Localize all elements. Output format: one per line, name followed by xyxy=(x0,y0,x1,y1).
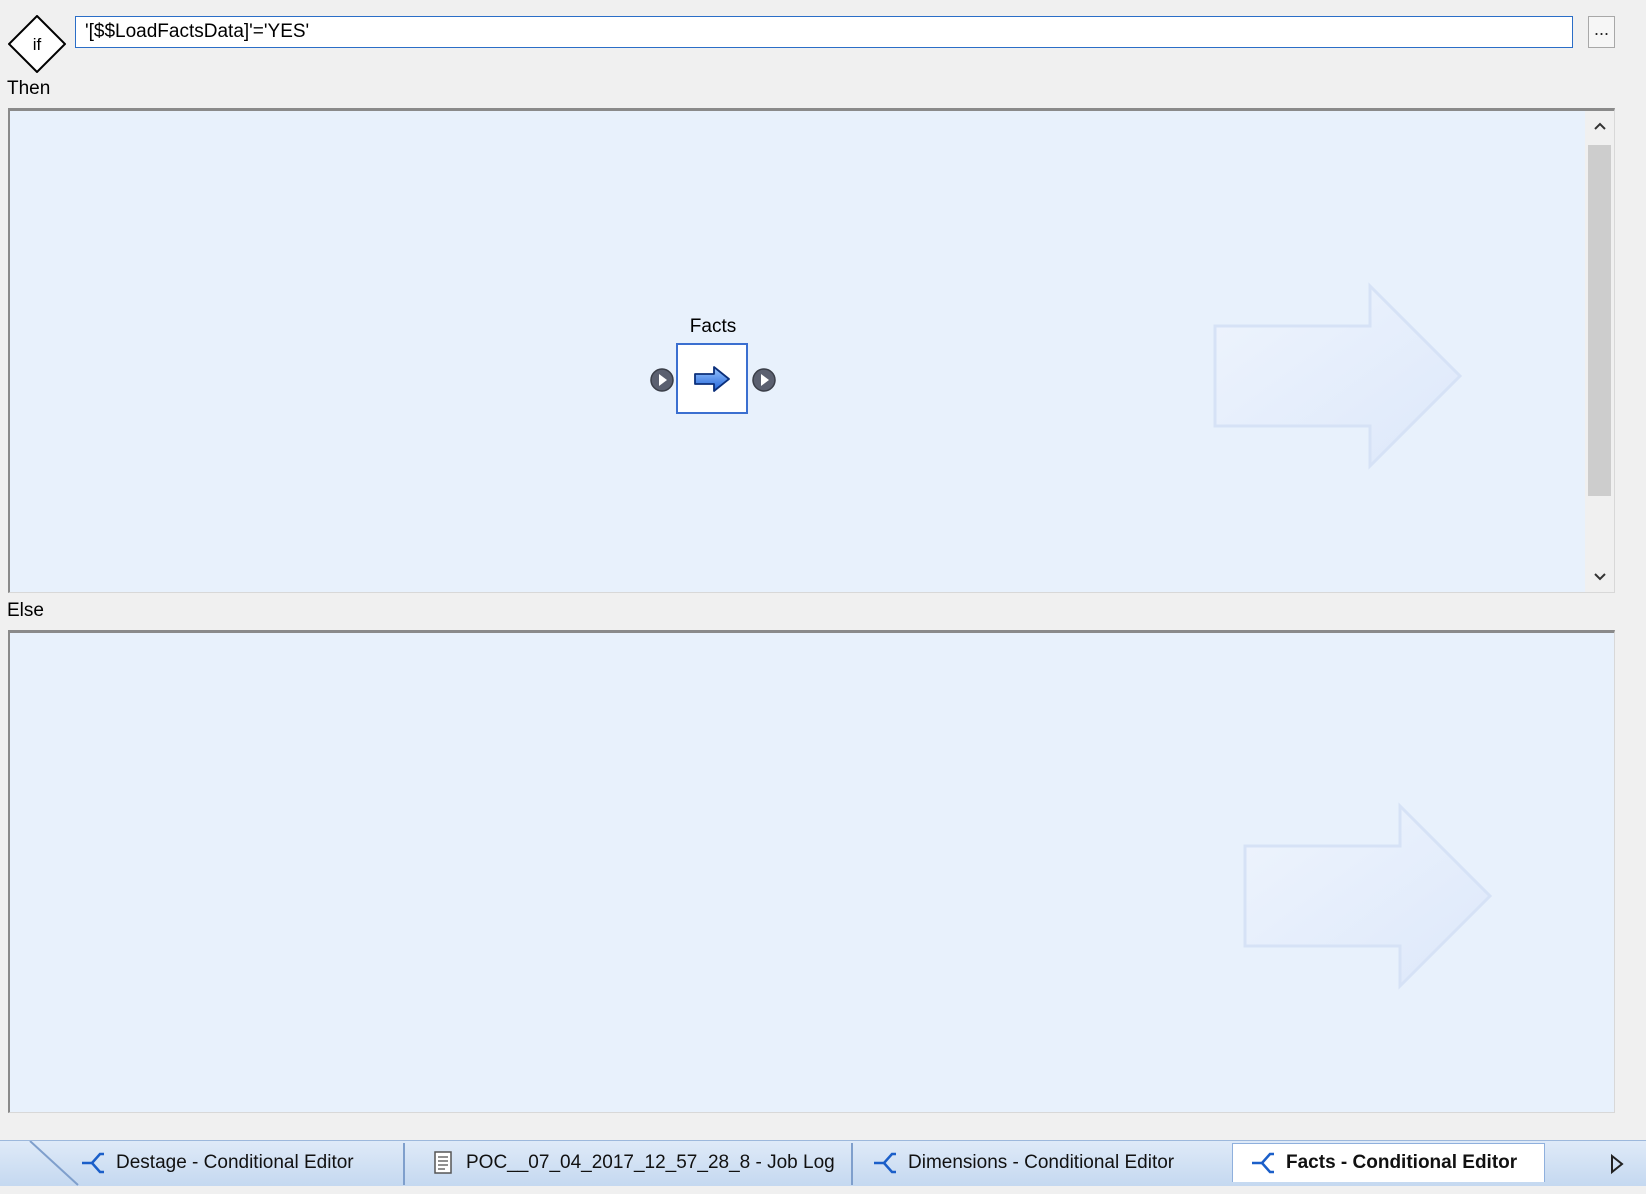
scroll-up-button[interactable] xyxy=(1585,111,1614,141)
then-label: Then xyxy=(7,78,51,99)
chevron-down-icon xyxy=(1593,573,1606,581)
else-canvas[interactable] xyxy=(8,630,1615,1113)
tab-dimensions-conditional-editor[interactable]: Dimensions - Conditional Editor xyxy=(872,1144,1212,1182)
tab-facts-conditional-editor[interactable]: Facts - Conditional Editor xyxy=(1232,1143,1545,1182)
document-icon xyxy=(434,1151,452,1174)
conditional-icon xyxy=(1252,1152,1274,1174)
expression-browse-button[interactable]: ... xyxy=(1588,16,1615,48)
tab-scroll-right-icon[interactable] xyxy=(1608,1153,1626,1175)
tab-label: Dimensions - Conditional Editor xyxy=(908,1152,1175,1173)
conditional-icon xyxy=(874,1152,896,1174)
conditional-icon xyxy=(82,1152,104,1174)
scroll-down-button[interactable] xyxy=(1585,562,1614,592)
task-node-label: Facts xyxy=(689,316,737,337)
facts-task-node[interactable] xyxy=(676,343,748,414)
if-keyword: if xyxy=(33,35,42,54)
input-port-icon[interactable] xyxy=(649,367,675,393)
tab-destage-conditional-editor[interactable]: Destage - Conditional Editor xyxy=(80,1144,400,1182)
output-port-icon[interactable] xyxy=(751,367,777,393)
tab-label: Facts - Conditional Editor xyxy=(1286,1152,1518,1173)
watermark-arrow-icon xyxy=(1213,282,1463,470)
tab-label: Destage - Conditional Editor xyxy=(116,1152,354,1173)
status-strip xyxy=(0,1186,1646,1194)
then-canvas[interactable]: Facts xyxy=(8,108,1615,593)
condition-expression-input[interactable] xyxy=(75,16,1573,48)
tab-label: POC__07_04_2017_12_57_28_8 - Job Log xyxy=(466,1152,835,1173)
blue-arrow-icon xyxy=(694,365,730,392)
tab-job-log[interactable]: POC__07_04_2017_12_57_28_8 - Job Log xyxy=(430,1144,840,1182)
tab-separator xyxy=(851,1143,853,1185)
chevron-up-icon xyxy=(1593,122,1606,130)
watermark-arrow-icon xyxy=(1243,802,1493,990)
scroll-thumb[interactable] xyxy=(1588,145,1611,496)
else-label: Else xyxy=(7,600,44,621)
if-diamond-icon: if xyxy=(8,15,66,73)
then-vertical-scrollbar[interactable] xyxy=(1585,111,1614,592)
tab-separator xyxy=(403,1143,405,1185)
editor-tab-strip: Destage - Conditional Editor POC__07_04_… xyxy=(0,1140,1646,1187)
